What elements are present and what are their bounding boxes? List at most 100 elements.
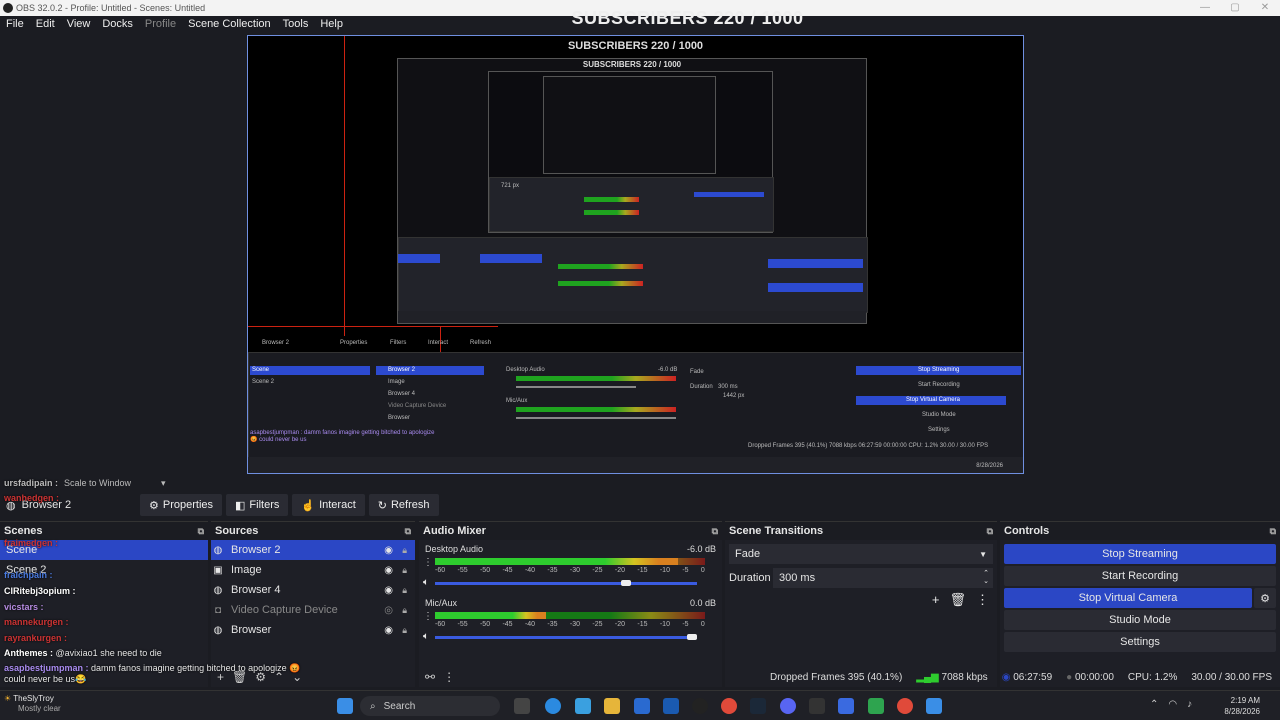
menu-tools[interactable]: Tools (277, 18, 315, 30)
chevron-up-icon[interactable]: ⌃ (1150, 699, 1158, 710)
popout-icon[interactable]: ⧉ (1270, 526, 1276, 537)
start-recording-button[interactable]: Start Recording (1004, 566, 1276, 586)
transition-select[interactable]: Fade ▼ (729, 544, 993, 564)
refresh-label: Refresh (390, 499, 430, 511)
popout-icon[interactable]: ⧉ (198, 526, 204, 537)
outlook-icon[interactable] (634, 698, 650, 714)
eye-hidden-icon[interactable]: ◎ (384, 605, 393, 616)
scene-item[interactable]: Scene 2 (0, 560, 208, 580)
nested-vcam-btn (768, 283, 863, 292)
channel-db: 0.0 dB (689, 598, 716, 608)
kebab-icon[interactable]: ⋮ (423, 557, 433, 568)
filter-icon: ◧ (235, 499, 246, 512)
app-icon[interactable] (926, 698, 942, 714)
volume-fader[interactable] (435, 582, 697, 585)
weather-widget[interactable]: ☀ TheSlyTroy Mostly clear (4, 694, 61, 714)
source-item[interactable]: ▣ Image ◉ 🔒︎ (211, 560, 415, 580)
steam-icon[interactable] (750, 698, 766, 714)
menu-profile[interactable]: Profile (139, 18, 182, 30)
preview-canvas[interactable]: SUBSCRIBERS 220 / 1000 SUBSCRIBERS 220 /… (247, 35, 1024, 474)
speaker-icon[interactable]: 🔈︎ (423, 577, 429, 588)
menu-docks[interactable]: Docks (96, 18, 139, 30)
selected-source: ◍ Browser 2 (0, 499, 140, 512)
dropped-frames: Dropped Frames 395 (40.1%) (769, 671, 903, 683)
menu-edit[interactable]: Edit (30, 18, 61, 30)
scale-tick: 0 (700, 621, 705, 628)
add-icon[interactable]: + (932, 592, 940, 608)
spinner-icon[interactable]: ⌃ ⌄ (983, 570, 989, 586)
interact-button[interactable]: ☝ Interact (292, 494, 365, 516)
obs-icon[interactable] (692, 698, 708, 714)
xbox-icon[interactable] (868, 698, 884, 714)
eye-icon[interactable]: ◉ (384, 585, 393, 596)
chrome-icon[interactable] (897, 698, 913, 714)
edge-icon[interactable] (545, 698, 561, 714)
popout-icon[interactable]: ⧉ (712, 526, 718, 537)
chrome-icon[interactable] (721, 698, 737, 714)
properties-button[interactable]: ⚙ Properties (140, 494, 223, 516)
refresh-button[interactable]: ↻ Refresh (368, 494, 439, 516)
task-view-icon[interactable] (514, 698, 530, 714)
lock-icon[interactable]: 🔒︎ (402, 565, 407, 576)
popout-icon[interactable]: ⧉ (405, 526, 411, 537)
nested-meter (584, 210, 639, 215)
minimize-button[interactable]: — (1190, 0, 1220, 16)
clock-date: 8/28/2026 (1224, 707, 1260, 716)
preview-duration-label: Duration (690, 384, 713, 390)
discord-icon[interactable] (780, 698, 796, 714)
menu-view[interactable]: View (61, 18, 97, 30)
settings-button[interactable]: Settings (1004, 632, 1276, 652)
source-item[interactable]: ◍ Browser 2 ◉ 🔒︎ (211, 540, 415, 560)
sources-title: Sources (215, 525, 259, 537)
fader-knob[interactable] (621, 580, 632, 586)
duration-input[interactable]: 300 ms ⌃ ⌄ (773, 568, 993, 588)
menu-scene-collection[interactable]: Scene Collection (182, 18, 277, 30)
globe-icon: ◍ (213, 544, 223, 556)
stop-virtual-camera-button[interactable]: Stop Virtual Camera (1004, 588, 1252, 608)
menu-help[interactable]: Help (314, 18, 349, 30)
preview-mix-fader (516, 386, 636, 388)
volume-icon[interactable]: ♪ (1187, 699, 1192, 710)
trash-icon[interactable]: 🗑︎ (949, 592, 966, 608)
preview-taskbar (248, 457, 1023, 473)
source-item[interactable]: ◘ Video Capture Device ◎ 🔒︎ (211, 600, 415, 620)
weather-icon: ☀ (4, 694, 14, 703)
chevron-down-icon[interactable]: ▾ (161, 478, 166, 489)
source-item[interactable]: ◍ Browser 4 ◉ 🔒︎ (211, 580, 415, 600)
preview-mix-fader (516, 417, 676, 419)
epic-icon[interactable] (809, 698, 825, 714)
lock-icon[interactable]: 🔒︎ (402, 625, 407, 636)
start-icon[interactable] (337, 698, 353, 714)
popout-icon[interactable]: ⧉ (987, 526, 993, 537)
lock-icon[interactable]: 🔒︎ (402, 605, 407, 616)
stop-streaming-button[interactable]: Stop Streaming (1004, 544, 1276, 564)
fader-knob[interactable] (686, 634, 697, 640)
app-icon[interactable] (838, 698, 854, 714)
volume-fader[interactable] (435, 636, 697, 639)
window-controls: — ▢ ✕ (1190, 0, 1280, 16)
lock-icon[interactable]: 🔒︎ (402, 585, 407, 596)
lock-icon[interactable]: 🔒︎ (402, 545, 407, 556)
source-item[interactable]: ◍ Browser ◉ 🔒︎ (211, 620, 415, 640)
maximize-button[interactable]: ▢ (1220, 0, 1250, 16)
kebab-icon[interactable]: ⋮ (423, 611, 433, 622)
filters-button[interactable]: ◧ Filters (226, 494, 289, 516)
menu-file[interactable]: File (0, 18, 30, 30)
close-button[interactable]: ✕ (1250, 0, 1280, 16)
gear-icon[interactable]: ⚙ (1254, 588, 1276, 608)
scale-mode[interactable]: Scale to Window (64, 478, 131, 488)
scene-item[interactable]: Scene (0, 540, 208, 560)
speaker-icon[interactable]: 🔈︎ (423, 631, 429, 642)
taskbar-clock[interactable]: 2:19 AM 8/28/2026 (1224, 695, 1260, 717)
studio-mode-button[interactable]: Studio Mode (1004, 610, 1276, 630)
scenes-header: Scenes ⧉ (0, 522, 208, 540)
taskbar-search[interactable]: ⌕ Search (360, 696, 500, 716)
wifi-icon[interactable]: ◠ (1168, 699, 1177, 710)
copilot-icon[interactable] (575, 698, 591, 714)
eye-icon[interactable]: ◉ (384, 625, 393, 636)
store-icon[interactable] (663, 698, 679, 714)
eye-icon[interactable]: ◉ (384, 545, 393, 556)
explorer-icon[interactable] (604, 698, 620, 714)
eye-icon[interactable]: ◉ (384, 565, 393, 576)
kebab-icon[interactable]: ⋮ (976, 592, 989, 608)
